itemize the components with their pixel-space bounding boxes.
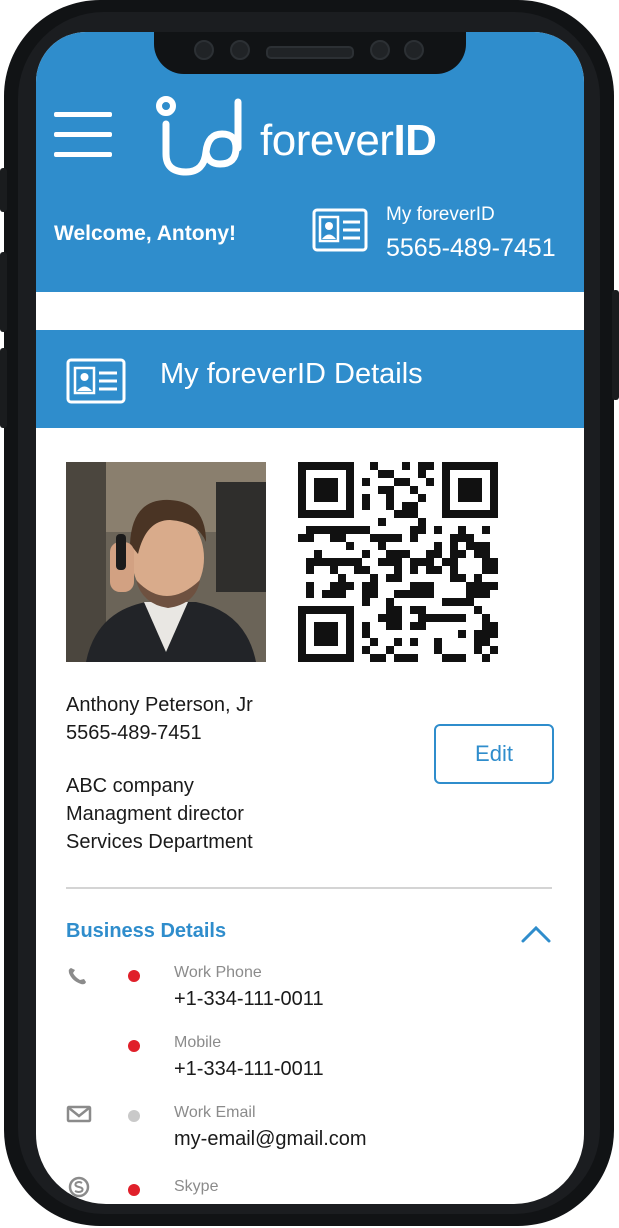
- welcome-message: Welcome, Antony!: [54, 222, 237, 245]
- contact-value: +1-334-111-0011: [174, 1058, 324, 1080]
- id-card-icon[interactable]: [312, 208, 368, 252]
- section-title: My foreverID Details: [160, 358, 423, 390]
- volume-down-button: [0, 348, 7, 428]
- my-id-label: My foreverID: [386, 204, 495, 225]
- contact-value: my-email@gmail.com: [174, 1128, 367, 1150]
- contact-label: Skype: [174, 1178, 219, 1195]
- business-details-title[interactable]: Business Details: [66, 920, 226, 943]
- camera-lens: [404, 40, 424, 60]
- volume-up-button: [0, 252, 7, 332]
- side-button: [0, 168, 7, 212]
- mail-icon: [66, 1105, 92, 1123]
- profile-name: Anthony Peterson, Jr: [66, 694, 253, 716]
- status-dot: [128, 1110, 140, 1122]
- camera-lens: [370, 40, 390, 60]
- divider: [66, 887, 552, 889]
- details-section-header: My foreverID Details: [36, 330, 584, 428]
- profile-organization: ABC company Managment director Services …: [66, 772, 253, 856]
- department: Services Department: [66, 831, 253, 853]
- menu-icon[interactable]: [54, 112, 112, 158]
- contact-label: Work Phone: [174, 964, 262, 981]
- contact-label: Mobile: [174, 1034, 222, 1051]
- status-dot: [128, 970, 140, 982]
- qr-code: [298, 462, 498, 662]
- brand-name: foreverID: [260, 116, 437, 165]
- phone-icon: [68, 968, 86, 985]
- phone-screen: foreverID Welcome, Antony! My foreverID …: [36, 32, 584, 1204]
- chevron-up-icon[interactable]: [520, 924, 552, 944]
- speaker-grille: [266, 46, 354, 59]
- contact-value: +1-334-111-0011: [174, 988, 324, 1010]
- edit-button[interactable]: Edit: [434, 724, 554, 784]
- status-dot: [128, 1040, 140, 1052]
- status-dot: [128, 1184, 140, 1196]
- contact-label: Work Email: [174, 1104, 256, 1121]
- my-id-number: 5565-489-7451: [386, 234, 556, 262]
- power-button: [612, 290, 619, 400]
- profile-id-number: 5565-489-7451: [66, 722, 202, 744]
- camera-lens: [194, 40, 214, 60]
- camera-lens: [230, 40, 250, 60]
- phone-notch: [154, 32, 466, 74]
- company-name: ABC company: [66, 775, 194, 797]
- job-title: Managment director: [66, 803, 244, 825]
- profile-photo: [66, 462, 266, 662]
- skype-icon: [68, 1176, 90, 1198]
- foreverid-logo-icon: [156, 96, 242, 176]
- id-card-icon: [66, 358, 126, 404]
